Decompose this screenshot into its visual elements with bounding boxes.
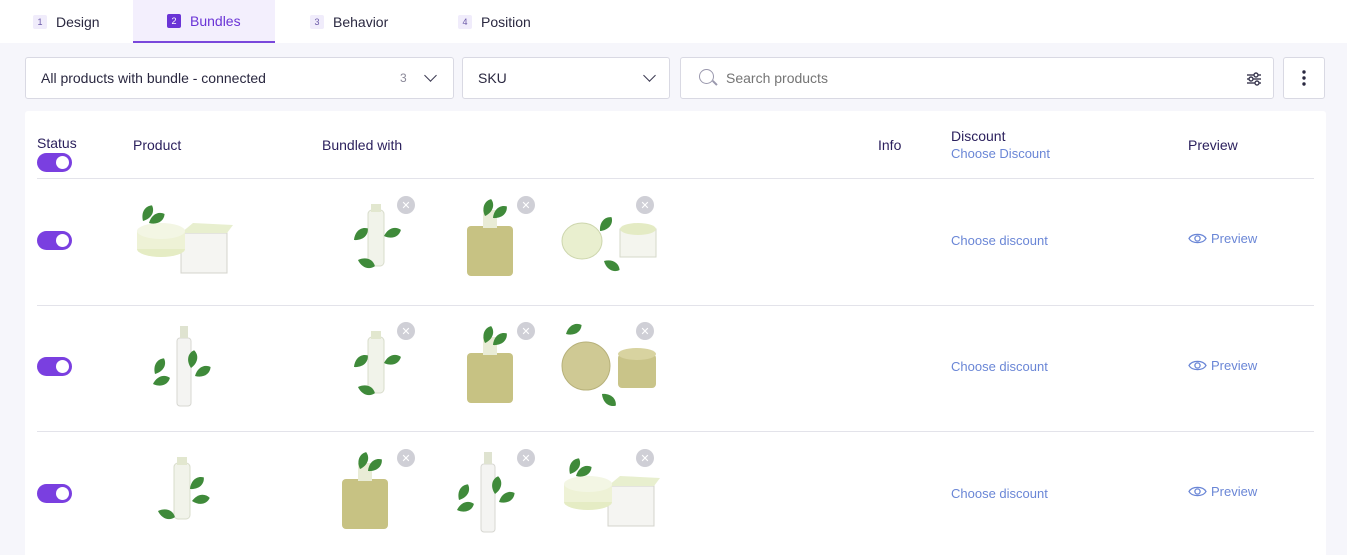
- remove-bundle-item-button[interactable]: ✕: [397, 322, 415, 340]
- tab-behavior[interactable]: 3 Behavior: [275, 0, 425, 43]
- status-toggle-all[interactable]: [37, 153, 72, 172]
- remove-bundle-item-button[interactable]: ✕: [636, 322, 654, 340]
- remove-bundle-item-button[interactable]: ✕: [397, 449, 415, 467]
- status-column-header: Status: [37, 135, 77, 151]
- tab-position[interactable]: 4 Position: [425, 0, 575, 43]
- remove-bundle-item-button[interactable]: ✕: [517, 196, 535, 214]
- remove-bundle-item-button[interactable]: ✕: [636, 449, 654, 467]
- serum-bottle-image[interactable]: [138, 449, 228, 531]
- status-toggle[interactable]: [37, 231, 72, 250]
- status-toggle[interactable]: [37, 357, 72, 376]
- tab-number: 3: [310, 14, 324, 29]
- remove-bundle-item-button[interactable]: ✕: [517, 322, 535, 340]
- tab-number: 4: [458, 14, 472, 29]
- chevron-down-icon: [424, 69, 437, 82]
- tab-label: Design: [56, 13, 100, 30]
- product-column-header: Product: [133, 137, 182, 153]
- step-tabs: 1 Design 2 Bundles 3 Behavior 4 Position: [0, 0, 1347, 43]
- tab-number: 2: [167, 13, 181, 28]
- tab-label: Bundles: [190, 12, 241, 29]
- choose-discount-link[interactable]: Choose discount: [951, 486, 1048, 501]
- remove-bundle-item-button[interactable]: ✕: [636, 196, 654, 214]
- tab-design[interactable]: 1 Design: [0, 0, 133, 43]
- divider: [37, 178, 1314, 179]
- tab-label: Behavior: [333, 13, 389, 30]
- search-input[interactable]: [726, 68, 1216, 88]
- eye-icon: [1188, 233, 1207, 244]
- tab-number: 1: [33, 14, 47, 29]
- tab-label: Position: [481, 13, 531, 30]
- preview-link[interactable]: Preview: [1188, 231, 1257, 246]
- tab-bundles[interactable]: 2 Bundles: [133, 0, 275, 43]
- preview-label: Preview: [1211, 358, 1258, 373]
- bundle-filter-count: 3: [400, 71, 407, 85]
- filter-sliders-icon[interactable]: [1246, 71, 1262, 87]
- chevron-down-icon: [643, 69, 656, 82]
- search-icon: [699, 69, 714, 84]
- preview-column-header: Preview: [1188, 137, 1238, 153]
- choose-discount-link[interactable]: Choose discount: [951, 233, 1048, 248]
- sku-select-value: SKU: [478, 70, 507, 86]
- preview-link[interactable]: Preview: [1188, 484, 1257, 499]
- preview-link[interactable]: Preview: [1188, 358, 1257, 373]
- eye-icon: [1188, 360, 1207, 371]
- preview-label: Preview: [1211, 484, 1258, 499]
- eye-icon: [1188, 486, 1207, 497]
- bundle-filter-value: All products with bundle - connected: [41, 70, 266, 86]
- preview-label: Preview: [1211, 231, 1258, 246]
- more-options-button[interactable]: [1283, 57, 1325, 99]
- spray-bottle-leaf-image[interactable]: [133, 318, 233, 415]
- remove-bundle-item-button[interactable]: ✕: [397, 196, 415, 214]
- sku-select[interactable]: SKU: [462, 57, 670, 99]
- bundled-with-column-header: Bundled with: [322, 137, 403, 153]
- divider: [37, 431, 1314, 432]
- cream-box-product-image[interactable]: [133, 191, 233, 290]
- search-box: [680, 57, 1274, 99]
- status-toggle[interactable]: [37, 484, 72, 503]
- info-column-header: Info: [878, 137, 902, 153]
- remove-bundle-item-button[interactable]: ✕: [517, 449, 535, 467]
- bundle-filter-select[interactable]: All products with bundle - connected 3: [25, 57, 454, 99]
- discount-column-header: Discount: [951, 128, 1006, 144]
- kebab-menu-icon: [1302, 70, 1306, 86]
- bundles-table: Status Product Bundled with Info Discoun…: [25, 111, 1326, 555]
- choose-discount-link[interactable]: Choose discount: [951, 359, 1048, 374]
- choose-discount-header-link[interactable]: Choose Discount: [951, 146, 1050, 161]
- divider: [37, 305, 1314, 306]
